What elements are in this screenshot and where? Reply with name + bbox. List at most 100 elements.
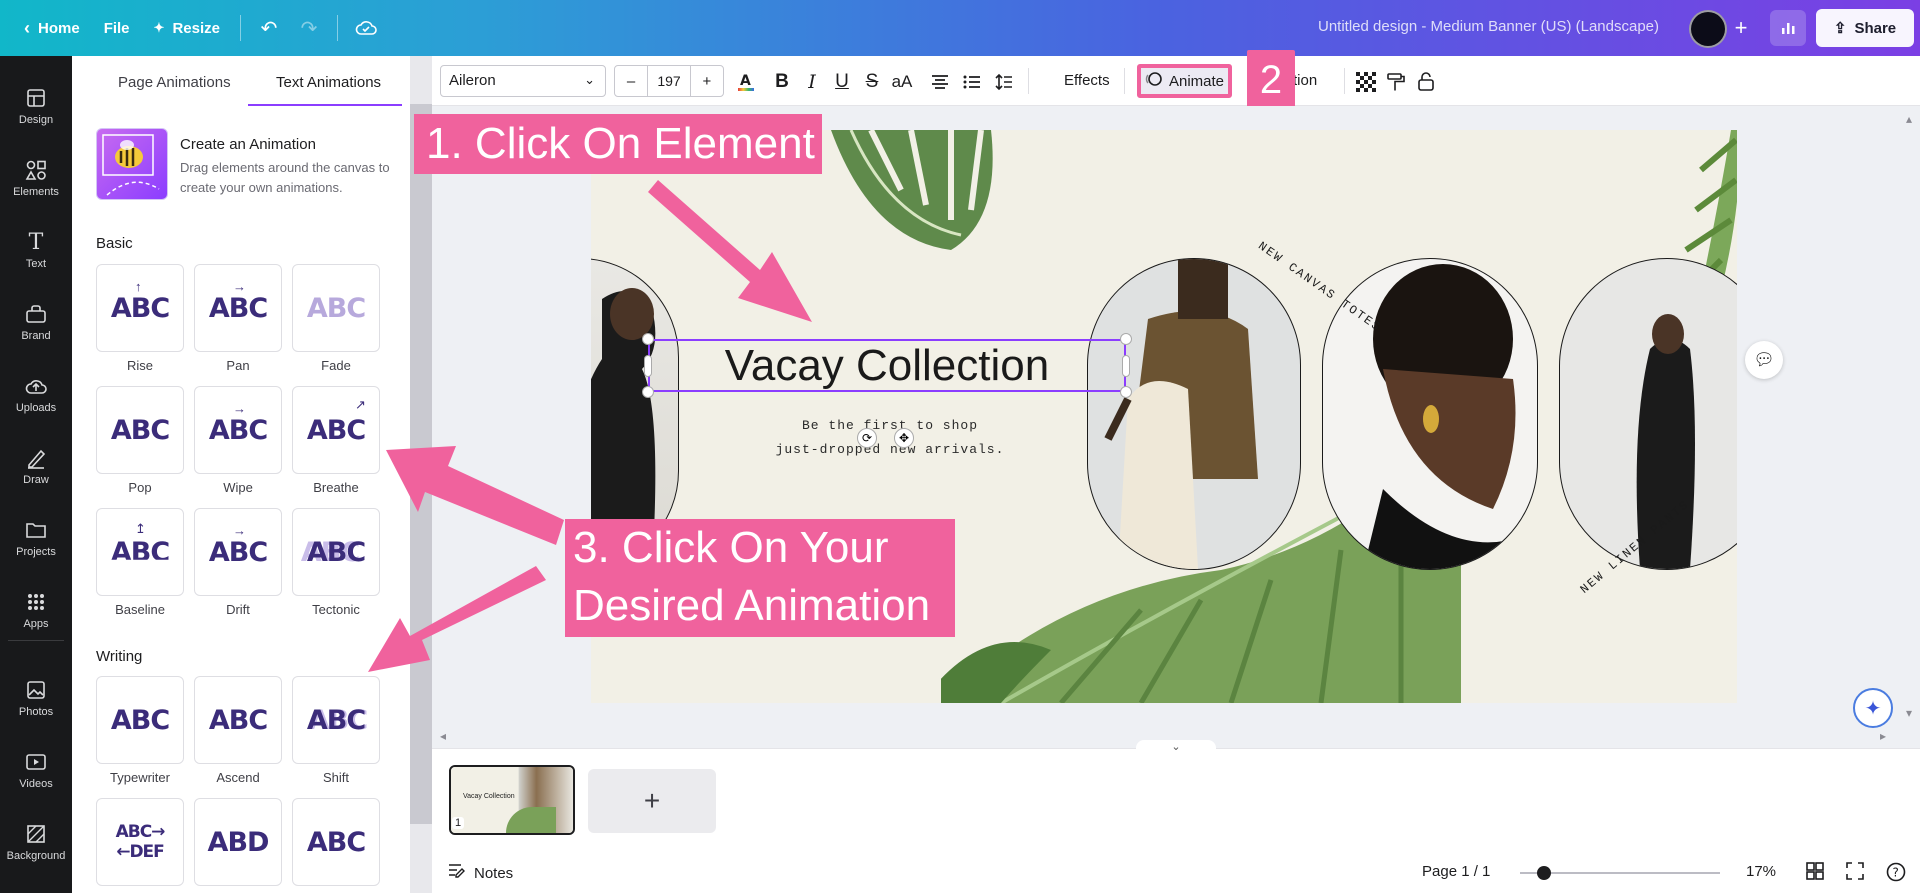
- resize-handle[interactable]: [1120, 333, 1132, 345]
- anim-glyph: ABC: [306, 292, 366, 324]
- spacing-icon[interactable]: [990, 68, 1018, 96]
- effects-button[interactable]: Effects: [1064, 72, 1110, 89]
- rail-item-text[interactable]: T Text: [0, 218, 72, 282]
- font-size-input[interactable]: 197: [647, 66, 691, 96]
- help-icon[interactable]: ?: [1886, 862, 1906, 887]
- anim-pan[interactable]: → ABC: [194, 264, 282, 352]
- resize-handle[interactable]: [642, 386, 654, 398]
- bold-icon[interactable]: B: [768, 68, 796, 96]
- rail-item-design[interactable]: Design: [0, 74, 72, 138]
- anim-fade[interactable]: ABC: [292, 264, 380, 352]
- zoom-slider-thumb[interactable]: [1537, 866, 1551, 880]
- add-collaborator-icon[interactable]: +: [1727, 14, 1755, 42]
- avatar[interactable]: [1689, 10, 1727, 48]
- anim-typewriter[interactable]: ABC: [96, 676, 184, 764]
- anim-merge[interactable]: ABC→ ←DEF: [96, 798, 184, 886]
- rail-item-draw[interactable]: Draw: [0, 434, 72, 498]
- rail-item-videos[interactable]: Videos: [0, 738, 72, 802]
- zoom-value[interactable]: 17%: [1746, 863, 1776, 880]
- resize-button[interactable]: ✦ Resize: [142, 8, 232, 48]
- notes-label: Notes: [474, 864, 514, 882]
- font-size-stepper[interactable]: – 197 +: [614, 65, 724, 97]
- undo-icon[interactable]: ↶: [249, 8, 289, 48]
- subtitle-line-2: just-dropped new arrivals.: [775, 442, 1005, 457]
- anim-breathe[interactable]: ↗ ABC: [292, 386, 380, 474]
- file-menu-button[interactable]: File: [92, 8, 142, 48]
- create-animation-card[interactable]: Create an Animation Drag elements around…: [96, 128, 396, 200]
- text-color-icon[interactable]: A: [732, 68, 760, 96]
- underline-icon[interactable]: U: [828, 68, 856, 96]
- anim-burst[interactable]: ABC: [292, 798, 380, 886]
- scroll-left-icon[interactable]: ◂: [440, 729, 446, 743]
- insights-icon[interactable]: [1770, 10, 1806, 46]
- model-photo-right[interactable]: [1559, 258, 1737, 570]
- rail-item-uploads[interactable]: Uploads: [0, 362, 72, 426]
- design-subtitle[interactable]: Be the first to shop just-dropped new ar…: [740, 414, 1040, 462]
- rail-item-projects[interactable]: Projects: [0, 506, 72, 570]
- font-family-select[interactable]: Aileron ⌄: [440, 65, 606, 97]
- anim-block[interactable]: ABD: [194, 798, 282, 886]
- add-comment-icon[interactable]: 💬︎: [1745, 341, 1783, 379]
- home-label: Home: [38, 19, 80, 37]
- home-button[interactable]: ‹ Home: [12, 8, 92, 48]
- anim-pop[interactable]: ABC: [96, 386, 184, 474]
- scroll-down-icon[interactable]: ▾: [1906, 706, 1912, 720]
- redo-icon[interactable]: ↷: [289, 8, 329, 48]
- page-thumbnail[interactable]: Vacay Collection: [449, 765, 575, 835]
- resize-handle[interactable]: [1120, 386, 1132, 398]
- cloud-saved-icon[interactable]: [346, 8, 386, 48]
- tab-page-animations[interactable]: Page Animations: [118, 74, 231, 91]
- increase-size-button[interactable]: +: [691, 73, 723, 90]
- italic-icon[interactable]: I: [798, 68, 826, 96]
- rail-item-photos[interactable]: Photos: [0, 666, 72, 730]
- anim-baseline[interactable]: ↥ ABC: [96, 508, 184, 596]
- top-bar: ‹ Home File ✦ Resize ↶ ↷ Untitled design…: [0, 0, 1920, 56]
- decrease-size-button[interactable]: –: [615, 73, 647, 90]
- anim-glyph: ABD: [207, 826, 270, 858]
- fullscreen-icon[interactable]: [1846, 862, 1864, 885]
- magic-sparkle-icon[interactable]: ✦: [1853, 688, 1893, 728]
- scroll-up-icon[interactable]: ▴: [1906, 112, 1912, 126]
- arrow-expand-icon: ↗: [355, 397, 366, 412]
- anim-ascend[interactable]: ABC: [194, 676, 282, 764]
- rotate-icon[interactable]: ⟳: [857, 428, 877, 448]
- resize-handle[interactable]: [1122, 355, 1130, 377]
- projects-icon: [24, 518, 48, 542]
- tab-text-animations[interactable]: Text Animations: [276, 74, 381, 91]
- paint-roller-icon[interactable]: [1382, 68, 1410, 96]
- transparency-icon[interactable]: [1352, 68, 1380, 96]
- rail-item-elements[interactable]: Elements: [0, 146, 72, 210]
- sparkle-icon: ✦: [153, 20, 165, 35]
- position-button[interactable]: tion: [1293, 72, 1317, 89]
- list-icon[interactable]: [958, 68, 986, 96]
- rail-item-apps[interactable]: Apps: [0, 578, 72, 642]
- letter-case-icon[interactable]: aA: [888, 68, 916, 96]
- grid-view-icon[interactable]: [1806, 862, 1824, 885]
- rail-item-brand[interactable]: Brand: [0, 290, 72, 354]
- model-photo-tote[interactable]: [1087, 258, 1301, 570]
- collapse-pages-icon[interactable]: ⌄: [1136, 740, 1216, 754]
- add-page-button[interactable]: +: [588, 769, 716, 833]
- anim-shift[interactable]: ABC: [292, 676, 380, 764]
- anim-tectonic[interactable]: ABC: [292, 508, 380, 596]
- move-icon[interactable]: ✥: [894, 428, 914, 448]
- document-title[interactable]: Untitled design - Medium Banner (US) (La…: [1318, 18, 1659, 35]
- canvas-vertical-scrollbar[interactable]: [1897, 106, 1920, 748]
- resize-handle[interactable]: [642, 333, 654, 345]
- animate-button[interactable]: Animate: [1137, 64, 1232, 98]
- svg-text:A: A: [740, 73, 751, 89]
- share-button[interactable]: ⇪ Share: [1816, 9, 1914, 47]
- resize-handle[interactable]: [644, 355, 652, 377]
- rail-item-background[interactable]: Background: [0, 810, 72, 874]
- lock-icon[interactable]: [1412, 68, 1440, 96]
- strikethrough-icon[interactable]: S: [858, 68, 886, 96]
- rail-label: Design: [18, 114, 54, 126]
- panel-scrollbar-thumb[interactable]: [410, 104, 432, 824]
- anim-rise[interactable]: ↑ ABC: [96, 264, 184, 352]
- page-count[interactable]: Page 1 / 1: [1422, 863, 1490, 880]
- anim-drift[interactable]: → ABC: [194, 508, 282, 596]
- scroll-right-icon[interactable]: ▸: [1880, 729, 1886, 743]
- notes-button[interactable]: Notes: [448, 863, 513, 883]
- align-center-icon[interactable]: [926, 68, 954, 96]
- anim-wipe[interactable]: → ABC: [194, 386, 282, 474]
